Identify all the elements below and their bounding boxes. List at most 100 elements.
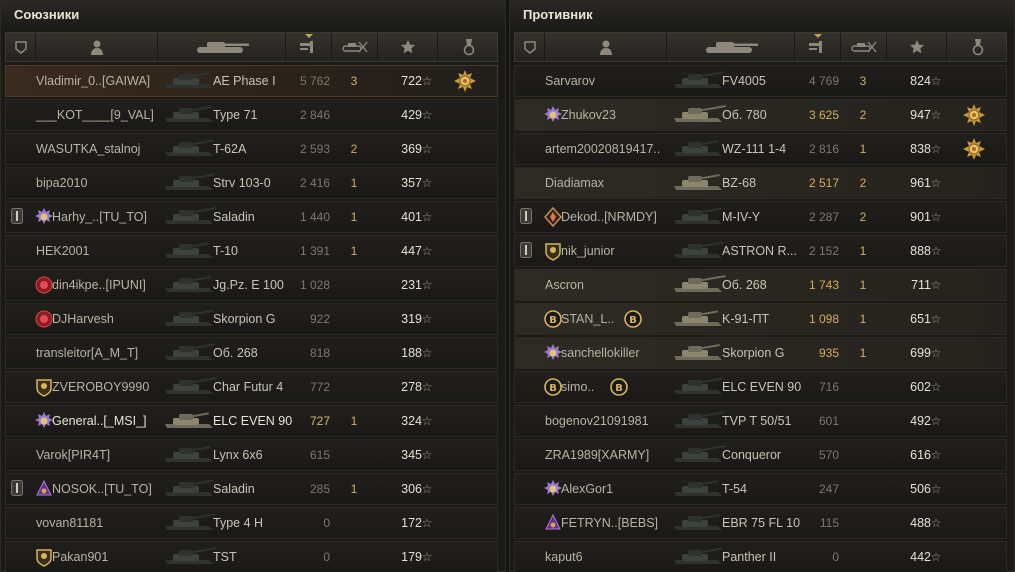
xp-star-icon: ☆ xyxy=(421,550,433,564)
player-row[interactable]: bipa2010 Strv 103-0 2 416 1 357 ☆ xyxy=(5,167,498,199)
player-name[interactable]: FETRYN..[BEBS] xyxy=(561,508,658,538)
player-row[interactable]: HEK2001 T-10 1 391 1 447 ☆ xyxy=(5,235,498,267)
player-name[interactable]: Varok[PIR4T] xyxy=(36,440,110,470)
frags-column-icon xyxy=(850,40,878,54)
player-row[interactable]: Bsimo.. B ELC EVEN 90 716 602 ☆ xyxy=(514,371,1007,403)
player-name[interactable]: Dekod..[NRMDY] xyxy=(561,202,657,232)
player-row[interactable]: bogenov21091981 TVP T 50/51 601 492 ☆ xyxy=(514,405,1007,437)
frags-value: 3 xyxy=(350,74,358,88)
xp-star-icon: ☆ xyxy=(930,176,942,190)
player-name[interactable]: simo.. xyxy=(561,372,594,402)
player-row[interactable]: WASUTKA_stalnoj T-62A 2 593 2 369 ☆ xyxy=(5,133,498,165)
player-row[interactable]: Harhy_..[TU_TO] Saladin 1 440 1 401 ☆ xyxy=(5,201,498,233)
player-row[interactable]: FETRYN..[BEBS] EBR 75 FL 10 115 488 ☆ xyxy=(514,507,1007,539)
player-column-header[interactable] xyxy=(545,33,667,61)
player-row[interactable]: din4ikpe..[IPUNI] Jg.Pz. E 100 1 028 231 ☆ xyxy=(5,269,498,301)
platoon-column-header[interactable] xyxy=(6,33,36,61)
frags-column-header[interactable] xyxy=(332,33,378,61)
player-row[interactable]: vovan81181 Type 4 H 0 172 ☆ xyxy=(5,507,498,539)
bonus-badge-icon: B xyxy=(623,309,645,329)
damage-value: 0 xyxy=(323,516,330,530)
tank-icon xyxy=(670,68,726,94)
player-name[interactable]: nik_junior xyxy=(561,236,615,266)
xp-star-icon: ☆ xyxy=(421,278,433,292)
experience-column-header[interactable] xyxy=(887,33,947,61)
damage-value: 2 152 xyxy=(808,244,839,258)
damage-value: 115 xyxy=(819,516,839,530)
player-name[interactable]: HEK2001 xyxy=(36,236,90,266)
player-row[interactable]: kaput6 Panther II 0 442 ☆ xyxy=(514,541,1007,572)
xp-star-icon: ☆ xyxy=(930,210,942,224)
player-row[interactable]: B STAN_L.. B K-91-ПТ 1 098 1 651 ☆ xyxy=(514,303,1007,335)
player-row[interactable]: Varok[PIR4T] Lynx 6x6 615 345 ☆ xyxy=(5,439,498,471)
damage-column-header[interactable] xyxy=(795,33,841,61)
player-row[interactable]: DJHarvesh Skorpion G 922 319 ☆ xyxy=(5,303,498,335)
player-name[interactable]: bipa2010 xyxy=(36,168,87,198)
tank-name: Об. 268 xyxy=(213,346,258,360)
player-name[interactable]: NOSOK..[TU_TO] xyxy=(52,474,152,504)
frags-value: 2 xyxy=(859,176,867,190)
player-row[interactable]: nik_junior ASTRON R... 2 152 1 888 ☆ xyxy=(514,235,1007,267)
tank-icon xyxy=(670,272,726,298)
frags-value xyxy=(851,406,875,436)
player-name[interactable]: Zhukov23 xyxy=(561,100,616,130)
player-row[interactable]: Sarvarov FV4005 4 769 3 824 ☆ xyxy=(514,65,1007,97)
damage-column-header[interactable] xyxy=(286,33,332,61)
player-name[interactable]: vovan81181 xyxy=(36,508,103,538)
frags-column-header[interactable] xyxy=(841,33,887,61)
player-name[interactable]: Diadiamax xyxy=(545,168,604,198)
platoon-column-header[interactable] xyxy=(515,33,545,61)
player-name[interactable]: General..[_MSI_] xyxy=(52,406,147,436)
player-row[interactable]: Diadiamax BZ-68 2 517 2 961 ☆ xyxy=(514,167,1007,199)
player-row[interactable]: artem20020819417.. WZ-111 1-4 2 816 1 838 ☆ xyxy=(514,133,1007,165)
player-row[interactable]: sanchellokiller Skorpion G 935 1 699 ☆ xyxy=(514,337,1007,369)
player-name[interactable]: transleitor[A_M_T] xyxy=(36,338,138,368)
player-name[interactable]: STAN_L.. xyxy=(561,304,614,334)
player-row[interactable]: transleitor[A_M_T] Об. 268 818 188 ☆ xyxy=(5,337,498,369)
player-name[interactable]: kaput6 xyxy=(545,542,583,572)
player-name[interactable]: ZRA1989[XARMY] xyxy=(545,440,649,470)
frags-value xyxy=(851,440,875,470)
player-name[interactable]: Ascron xyxy=(545,270,584,300)
player-name[interactable]: WASUTKA_stalnoj xyxy=(36,134,140,164)
player-row[interactable]: Ascron Об. 268 1 743 1 711 ☆ xyxy=(514,269,1007,301)
player-row[interactable]: Pakan901 TST 0 179 ☆ xyxy=(5,541,498,572)
player-column-header[interactable] xyxy=(36,33,158,61)
player-row[interactable]: ZVEROBOY9990 Char Futur 4 772 278 ☆ xyxy=(5,371,498,403)
player-row[interactable]: Vladimir_0..[GAIWA] AE Phase I 5 762 3 722 ☆ xyxy=(5,65,498,97)
player-row[interactable]: Zhukov23 Об. 780 3 625 2 947 ☆ xyxy=(514,99,1007,131)
player-name[interactable]: din4ikpe..[IPUNI] xyxy=(52,270,146,300)
tank-name: Lynx 6x6 xyxy=(213,448,263,462)
player-name[interactable]: AlexGor1 xyxy=(561,474,613,504)
player-name[interactable]: ___KOT____[9_VAL] xyxy=(36,100,154,130)
player-name[interactable]: bogenov21091981 xyxy=(545,406,649,436)
tank-column-header[interactable] xyxy=(158,33,286,61)
player-name[interactable]: Sarvarov xyxy=(545,66,595,96)
player-row[interactable]: ___KOT____[9_VAL] Type 71 2 846 429 ☆ xyxy=(5,99,498,131)
player-name[interactable]: sanchellokiller xyxy=(561,338,640,368)
tank-column-header[interactable] xyxy=(667,33,795,61)
experience-value: 306 xyxy=(401,482,422,496)
player-row[interactable]: AlexGor1 T-54 247 506 ☆ xyxy=(514,473,1007,505)
player-name[interactable]: DJHarvesh xyxy=(52,304,114,334)
achievements-column-header[interactable] xyxy=(438,33,500,61)
achievements-column-header[interactable] xyxy=(947,33,1009,61)
experience-column-icon xyxy=(909,39,925,55)
player-row[interactable]: ZRA1989[XARMY] Conqueror 570 616 ☆ xyxy=(514,439,1007,471)
damage-value: 818 xyxy=(309,346,330,360)
experience-column-header[interactable] xyxy=(378,33,438,61)
player-row[interactable]: NOSOK..[TU_TO] Saladin 285 1 306 ☆ xyxy=(5,473,498,505)
tank-icon xyxy=(670,306,726,332)
damage-value: 247 xyxy=(818,482,839,496)
tank-icon xyxy=(670,374,726,400)
frags-value: 1 xyxy=(859,142,867,156)
experience-value: 961 xyxy=(910,176,931,190)
player-row[interactable]: Dekod..[NRMDY] M-IV-Y 2 287 2 901 ☆ xyxy=(514,201,1007,233)
player-name[interactable]: Vladimir_0..[GAIWA] xyxy=(36,66,150,96)
player-row[interactable]: General..[_MSI_] ELC EVEN 90 727 1 324 ☆ xyxy=(5,405,498,437)
player-name[interactable]: Pakan901 xyxy=(52,542,108,572)
player-name[interactable]: Harhy_..[TU_TO] xyxy=(52,202,147,232)
player-name[interactable]: ZVEROBOY9990 xyxy=(52,372,149,402)
damage-value: 922 xyxy=(309,312,330,326)
player-name[interactable]: artem20020819417.. xyxy=(545,134,660,164)
